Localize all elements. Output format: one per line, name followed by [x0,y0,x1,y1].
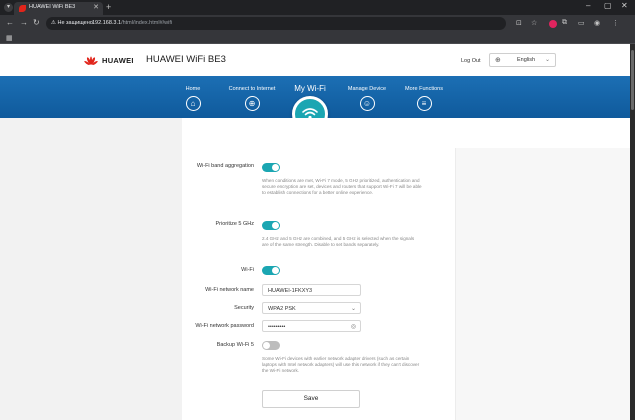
prioritize-5ghz-desc: 2.4 GHz and 5 GHz are combined, and 5 GH… [262,236,415,248]
globe-icon: ⊕ [495,57,501,64]
save-button[interactable]: Save [262,390,360,408]
security-select[interactable]: WPA2 PSK ⌄ [262,302,361,314]
eye-icon[interactable]: ◎ [351,323,356,330]
apps-grid-icon[interactable]: ▦ [6,34,13,42]
side-panel [455,148,630,420]
prioritize-5ghz-label: Prioritize 5 GHz [215,221,254,227]
profile-icon[interactable]: ◉ [594,19,600,27]
back-icon[interactable]: ← [6,18,14,27]
chevron-down-icon: ⌄ [350,305,356,312]
downloads-icon[interactable]: ▭ [578,19,585,27]
maximize-icon[interactable]: ▢ [604,1,612,10]
band-aggregation-toggle[interactable] [262,163,280,172]
nav-connect-label: Connect to Internet [228,86,276,92]
language-value: English [517,57,536,63]
tab-search-icon[interactable]: ▾ [4,3,13,12]
home-icon: ⌂ [185,96,201,111]
url-path: /html/index.html#/wifi [121,20,173,26]
toggle-knob [272,267,279,274]
backup-wifi5-label: Backup Wi-Fi 5 [216,342,254,348]
reload-icon[interactable]: ↻ [33,18,40,27]
language-select[interactable]: ⊕ English ⌄ [489,53,556,67]
scrollbar-thumb[interactable] [631,50,634,110]
nav-more-label: More Functions [405,86,443,92]
nav-connect[interactable]: Connect to Internet ⊕ [217,86,287,111]
more-list-icon: ≡ [416,96,432,111]
tab-close-icon[interactable]: ✕ [93,3,99,11]
prioritize-5ghz-toggle[interactable] [262,221,280,230]
password-value: ••••••••• [268,323,286,330]
network-name-value: HUAWEI-1FKXY3 [268,287,313,294]
extensions-puzzle-icon[interactable]: ⧉ [562,19,567,27]
bookmarks-bar [0,32,635,44]
url-text: 192.168.3.1/html/index.html#/wifi [92,20,172,26]
toggle-knob [263,342,270,349]
security-label: Security [234,305,254,311]
backup-wifi5-toggle[interactable] [262,341,280,350]
content-top [182,118,455,148]
menu-icon[interactable]: ⋮ [612,19,619,27]
band-aggregation-label: Wi-Fi band aggregation [196,163,254,169]
wifi-toggle[interactable] [262,266,280,275]
backup-wifi5-desc: Some Wi-Fi devices with earlier network … [262,356,420,374]
chevron-down-icon: ⌄ [544,57,550,63]
new-tab-icon[interactable]: + [106,2,111,12]
band-aggregation-desc: When conditions are met, Wi-Fi 7 mode, 5… [262,178,422,196]
huawei-favicon-icon [19,5,26,12]
network-name-input[interactable]: HUAWEI-1FKXY3 [262,284,361,296]
globe-network-icon: ⊕ [244,96,260,111]
minimize-icon[interactable]: – [586,1,590,10]
brand-name: HUAWEI [102,56,134,65]
nav-more[interactable]: More Functions ≡ [389,86,459,111]
toggle-knob [272,164,279,171]
close-window-icon[interactable]: ✕ [621,1,628,10]
url-host: 192.168.3.1 [92,20,122,26]
huawei-logo-icon [84,56,98,66]
logout-link[interactable]: Log Out [461,58,481,64]
bookmark-star-icon[interactable]: ☆ [531,19,537,27]
security-label: Не защищено [57,20,93,26]
nav-mywifi-label[interactable]: My Wi-Fi [280,84,340,93]
user-icon: ☺ [359,96,375,111]
security-value: WPA2 PSK [268,305,296,312]
password-label: Wi-Fi network password [195,323,254,329]
extension-icon[interactable] [549,20,557,28]
password-input[interactable]: ••••••••• ◎ [262,320,361,332]
wifi-label: Wi-Fi [241,267,254,273]
toggle-knob [272,222,279,229]
browser-tab[interactable]: HUAWEI WiFi BE3 ✕ [14,2,103,15]
forward-icon[interactable]: → [20,18,28,27]
address-bar[interactable]: ⚠ Не защищено 192.168.3.1/html/index.htm… [46,17,506,30]
security-indicator[interactable]: ⚠ Не защищено [51,20,93,26]
tab-title: HUAWEI WiFi BE3 [29,4,76,10]
network-name-label: Wi-Fi network name [205,287,254,293]
product-title: HUAWEI WiFi BE3 [146,54,226,65]
translate-icon[interactable]: ⊡ [516,19,522,27]
